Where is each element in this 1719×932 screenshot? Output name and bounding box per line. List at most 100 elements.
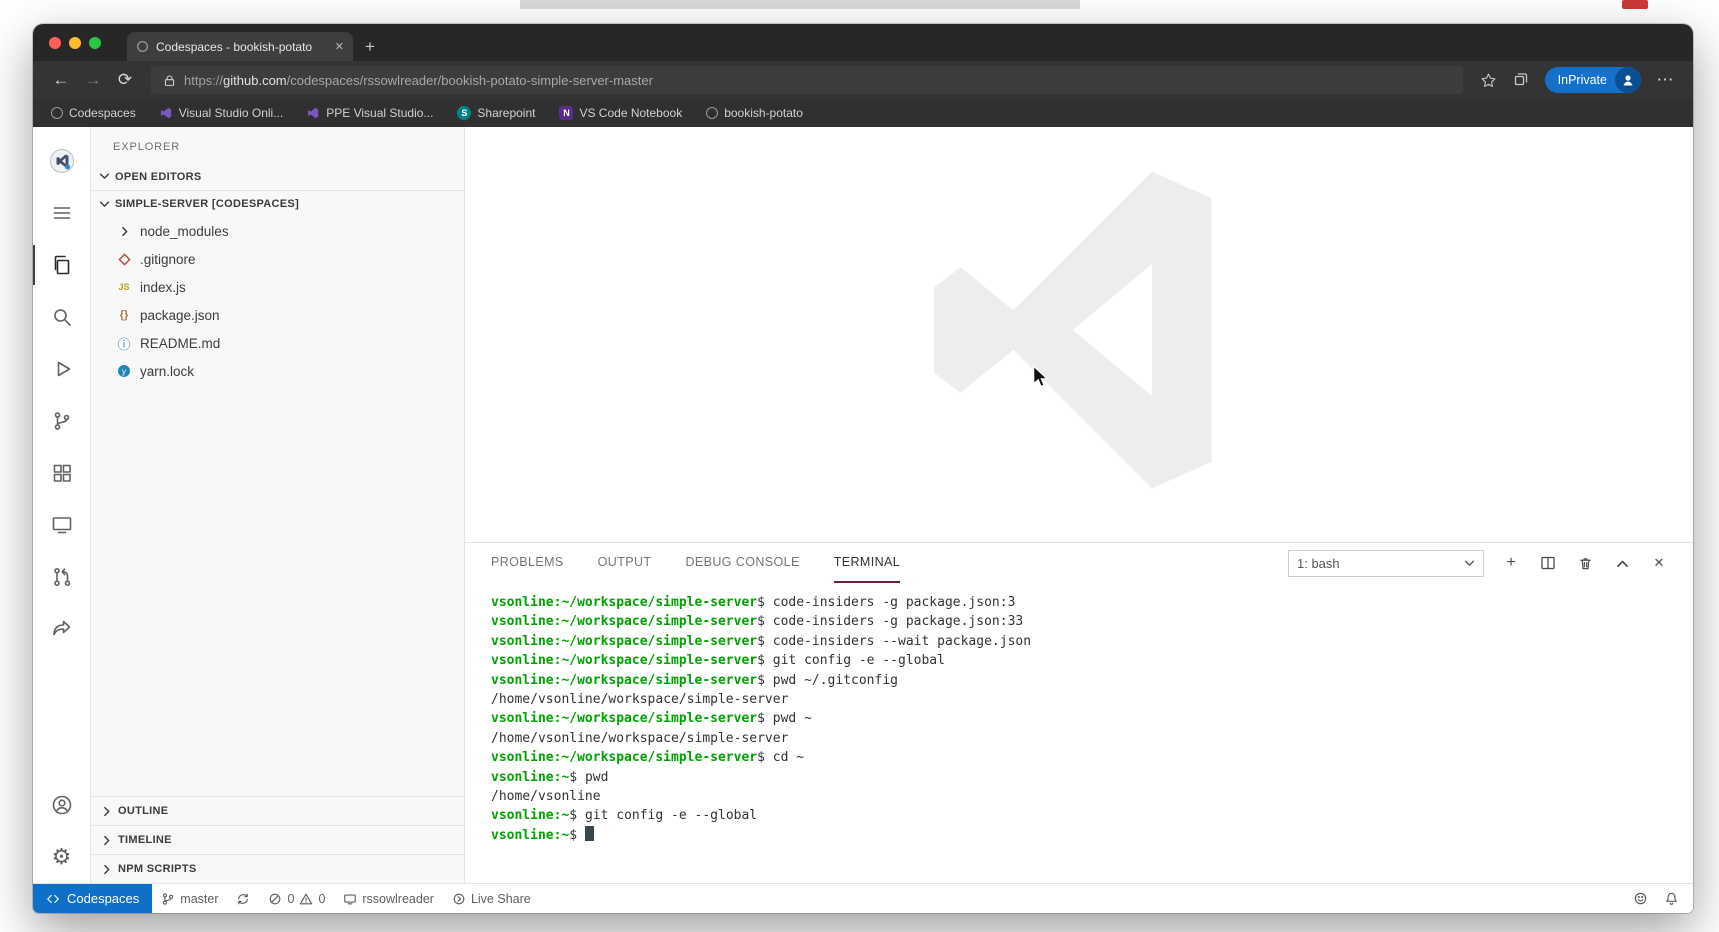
close-window-button[interactable] <box>49 37 61 49</box>
browser-tab[interactable]: Codespaces - bookish-potato ✕ <box>127 32 353 61</box>
bookmark-codespaces[interactable]: Codespaces <box>51 106 136 120</box>
notifications-bell-icon[interactable] <box>1664 891 1679 906</box>
bookmark-visual-studio-online[interactable]: Visual Studio Onli... <box>160 106 284 120</box>
file-gitignore[interactable]: .gitignore <box>91 245 464 273</box>
workspace-indicator[interactable]: rssowlreader <box>334 884 443 913</box>
new-terminal-button[interactable]: + <box>1501 553 1521 573</box>
minimize-window-button[interactable] <box>69 37 81 49</box>
chevron-right-icon <box>115 226 133 237</box>
run-debug-icon[interactable] <box>33 343 91 395</box>
browser-nav-bar: ← → ⟳ https://github.com/codespaces/rsso… <box>33 61 1693 99</box>
browser-window: Codespaces - bookish-potato ✕ + ← → ⟳ ht… <box>33 24 1693 913</box>
sharepoint-icon: S <box>457 106 471 120</box>
tab-favicon-icon <box>136 40 149 53</box>
tab-title: Codespaces - bookish-potato <box>156 40 328 54</box>
terminal-line: /home/vsonline <box>491 787 1693 806</box>
account-icon[interactable] <box>33 779 91 831</box>
terminal-line: vsonline:~/workspace/simple-server$ git … <box>491 651 1693 670</box>
terminal-cursor <box>585 826 594 841</box>
timeline-section[interactable]: TIMELINE <box>91 825 464 854</box>
tab-debug-console[interactable]: DEBUG CONSOLE <box>685 543 799 583</box>
problems-indicator[interactable]: 0 0 <box>259 884 334 913</box>
terminal-output[interactable]: vsonline:~/workspace/simple-server$ code… <box>465 583 1693 883</box>
maximize-panel-icon[interactable] <box>1612 553 1632 573</box>
feedback-smiley-icon[interactable] <box>1633 891 1648 906</box>
terminal-line: /home/vsonline/workspace/simple-server <box>491 729 1693 748</box>
back-button[interactable]: ← <box>47 66 75 94</box>
open-editors-section[interactable]: OPEN EDITORS <box>91 163 464 190</box>
status-right <box>1633 884 1693 913</box>
terminal-line: vsonline:~/workspace/simple-server$ code… <box>491 632 1693 651</box>
terminal-line: vsonline:~/workspace/simple-server$ cd ~ <box>491 748 1693 767</box>
live-share-icon <box>452 892 466 906</box>
terminal-line: vsonline:~/workspace/simple-server$ code… <box>491 593 1693 612</box>
terminal-line: vsonline:~/workspace/simple-server$ pwd … <box>491 709 1693 728</box>
tab-terminal[interactable]: TERMINAL <box>834 543 900 583</box>
editor-area[interactable] <box>465 127 1693 542</box>
file-node-modules[interactable]: node_modules <box>91 217 464 245</box>
profile-avatar <box>1615 67 1641 93</box>
remote-icon <box>46 892 60 906</box>
vscode-watermark-logo <box>916 165 1256 495</box>
status-bar: Codespaces master 0 0 rssowlreader Live … <box>33 883 1693 913</box>
settings-gear-icon[interactable]: ⚙ <box>33 831 91 883</box>
live-share-status[interactable]: Live Share <box>443 884 540 913</box>
search-icon[interactable] <box>33 291 91 343</box>
yarn-file-icon: y <box>115 365 133 377</box>
tab-output[interactable]: OUTPUT <box>598 543 652 583</box>
background-recording-artifact <box>1622 0 1648 9</box>
maximize-window-button[interactable] <box>89 37 101 49</box>
sync-indicator[interactable] <box>227 884 259 913</box>
sidebar-title: EXPLORER <box>91 127 464 163</box>
file-index-js[interactable]: JS index.js <box>91 273 464 301</box>
refresh-button[interactable]: ⟳ <box>111 66 139 94</box>
tab-close-icon[interactable]: ✕ <box>335 40 344 53</box>
address-bar[interactable]: https://github.com/codespaces/rssowlread… <box>151 66 1463 94</box>
bookmarks-bar: Codespaces Visual Studio Onli... PPE Vis… <box>33 99 1693 127</box>
bookmark-favicon-icon <box>51 107 63 119</box>
source-control-icon[interactable] <box>33 395 91 447</box>
close-panel-icon[interactable]: ✕ <box>1649 553 1669 573</box>
chevron-right-icon <box>101 806 112 817</box>
file-package-json[interactable]: {} package.json <box>91 301 464 329</box>
codespaces-logo[interactable] <box>33 135 91 187</box>
chevron-right-icon <box>101 864 112 875</box>
lock-icon <box>163 74 176 87</box>
bookmark-bookish-potato[interactable]: bookish-potato <box>706 106 803 120</box>
explorer-sidebar: EXPLORER OPEN EDITORS SIMPLE-SERVER [COD… <box>91 127 465 883</box>
bookmark-ppe-visual-studio[interactable]: PPE Visual Studio... <box>307 106 433 120</box>
remote-explorer-icon[interactable] <box>33 499 91 551</box>
remote-indicator[interactable]: Codespaces <box>33 884 152 913</box>
workspace-section[interactable]: SIMPLE-SERVER [CODESPACES] <box>91 190 464 217</box>
warning-icon <box>299 892 313 906</box>
new-tab-button[interactable]: + <box>365 37 375 57</box>
browser-menu-icon[interactable]: ⋯ <box>1651 66 1679 94</box>
npm-scripts-section[interactable]: NPM SCRIPTS <box>91 854 464 883</box>
split-terminal-icon[interactable] <box>1538 553 1558 573</box>
file-readme-md[interactable]: ⓘ README.md <box>91 329 464 357</box>
json-file-icon: {} <box>115 309 133 321</box>
panel-header: PROBLEMS OUTPUT DEBUG CONSOLE TERMINAL 1… <box>465 543 1693 583</box>
warning-count: 0 <box>318 892 325 906</box>
outline-section[interactable]: OUTLINE <box>91 796 464 825</box>
inprivate-badge[interactable]: InPrivate <box>1545 67 1641 93</box>
kill-terminal-trash-icon[interactable] <box>1575 553 1595 573</box>
forward-button[interactable]: → <box>79 66 107 94</box>
bookmark-sharepoint[interactable]: S Sharepoint <box>457 106 535 120</box>
extensions-icon[interactable] <box>33 447 91 499</box>
bookmark-vscode-notebook[interactable]: N VS Code Notebook <box>559 106 682 120</box>
explorer-icon[interactable] <box>33 239 91 291</box>
sync-icon <box>236 892 250 906</box>
tab-problems[interactable]: PROBLEMS <box>491 543 564 583</box>
file-yarn-lock[interactable]: y yarn.lock <box>91 357 464 385</box>
live-share-icon[interactable] <box>33 603 91 655</box>
collections-icon[interactable] <box>1507 66 1535 94</box>
inprivate-label: InPrivate <box>1558 73 1607 87</box>
menu-icon[interactable] <box>33 187 91 239</box>
terminal-shell-selector[interactable]: 1: bash <box>1288 550 1484 577</box>
pull-request-icon[interactable] <box>33 551 91 603</box>
error-icon <box>268 892 282 906</box>
favorites-star-icon[interactable] <box>1475 66 1503 94</box>
git-branch-indicator[interactable]: master <box>152 884 227 913</box>
terminal-line: vsonline:~$ git config -e --global <box>491 806 1693 825</box>
